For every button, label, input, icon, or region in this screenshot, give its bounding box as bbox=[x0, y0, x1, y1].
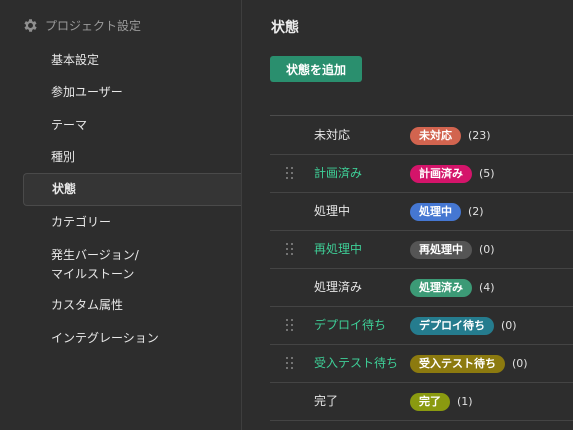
status-badge: デプロイ待ち bbox=[410, 317, 494, 335]
status-badge: 受入テスト待ち bbox=[410, 355, 505, 373]
status-name[interactable]: 再処理中 bbox=[314, 231, 362, 268]
drag-handle-icon[interactable] bbox=[286, 243, 296, 257]
sidebar-item-members[interactable]: 参加ユーザー bbox=[23, 82, 241, 102]
status-count: (0) bbox=[478, 243, 495, 256]
status-badge: 処理中 bbox=[410, 203, 461, 221]
status-badge: 処理済み bbox=[410, 279, 472, 297]
add-status-button[interactable]: 状態を追加 bbox=[270, 56, 362, 82]
table-divider bbox=[270, 115, 573, 116]
sidebar-item-statuses[interactable]: 状態 bbox=[23, 173, 241, 206]
status-row: 再処理中 再処理中 (0) bbox=[270, 231, 573, 269]
status-name[interactable]: 計画済み bbox=[314, 155, 362, 192]
sidebar-item-label: 種別 bbox=[51, 149, 76, 164]
status-badge: 再処理中 bbox=[410, 241, 472, 259]
status-badge: 未対応 bbox=[410, 127, 461, 145]
status-name: 処理済み bbox=[314, 280, 363, 294]
status-count: (4) bbox=[478, 281, 495, 294]
sidebar-item-categories[interactable]: カテゴリー bbox=[23, 212, 241, 232]
status-name: 未対応 bbox=[314, 128, 351, 142]
status-count: (0) bbox=[511, 357, 528, 370]
sidebar-header: プロジェクト設定 bbox=[22, 17, 141, 34]
status-count: (23) bbox=[467, 129, 491, 142]
sidebar-item-label: テーマ bbox=[51, 117, 88, 132]
sidebar-item-custom-fields[interactable]: カスタム属性 bbox=[23, 295, 241, 315]
main-content: 状態 状態を追加 未対応 未対応 (23) 計画済み 計画済み (5) 処理中 処理中 (2) 再… bbox=[242, 0, 573, 430]
drag-handle-icon[interactable] bbox=[286, 357, 296, 371]
status-name[interactable]: 受入テスト待ち bbox=[314, 345, 398, 382]
sidebar-item-label: 参加ユーザー bbox=[51, 84, 123, 99]
app: プロジェクト設定 基本設定 参加ユーザー テーマ 種別 状態 カテゴリー 発生バ… bbox=[0, 0, 573, 430]
sidebar-item-label: 基本設定 bbox=[51, 52, 100, 67]
sidebar-header-label: プロジェクト設定 bbox=[45, 19, 142, 33]
status-count: (0) bbox=[500, 319, 517, 332]
status-name: 完了 bbox=[314, 394, 339, 408]
status-row: 受入テスト待ち 受入テスト待ち (0) bbox=[270, 345, 573, 383]
status-row: 処理済み 処理済み (4) bbox=[270, 269, 573, 307]
sidebar-item-label: インテグレーション bbox=[51, 330, 159, 345]
status-name: 処理中 bbox=[314, 204, 351, 218]
sidebar-item-theme[interactable]: テーマ bbox=[23, 115, 241, 135]
status-count: (1) bbox=[456, 395, 473, 408]
status-count: (2) bbox=[467, 205, 484, 218]
status-count: (5) bbox=[478, 167, 495, 180]
status-row: 処理中 処理中 (2) bbox=[270, 193, 573, 231]
sidebar-item-label: カテゴリー bbox=[51, 214, 112, 229]
gear-icon bbox=[24, 19, 37, 32]
status-row: 未対応 未対応 (23) bbox=[270, 117, 573, 155]
status-badge: 完了 bbox=[410, 393, 450, 411]
status-row: デプロイ待ち デプロイ待ち (0) bbox=[270, 307, 573, 345]
drag-handle-icon[interactable] bbox=[286, 167, 296, 181]
status-badge: 計画済み bbox=[410, 165, 472, 183]
status-name[interactable]: デプロイ待ち bbox=[314, 307, 386, 344]
sidebar-item-label: 発生バージョン/ マイルストーン bbox=[51, 248, 139, 281]
sidebar-item-basic-settings[interactable]: 基本設定 bbox=[23, 50, 241, 70]
sidebar: プロジェクト設定 基本設定 参加ユーザー テーマ 種別 状態 カテゴリー 発生バ… bbox=[0, 0, 242, 430]
sidebar-item-label: カスタム属性 bbox=[51, 297, 124, 312]
sidebar-item-label: 状態 bbox=[52, 182, 77, 196]
sidebar-item-integrations[interactable]: インテグレーション bbox=[23, 328, 241, 348]
status-row: 計画済み 計画済み (5) bbox=[270, 155, 573, 193]
page-title: 状態 bbox=[271, 20, 299, 36]
status-row: 完了 完了 (1) bbox=[270, 383, 573, 421]
sidebar-item-issue-types[interactable]: 種別 bbox=[23, 147, 241, 167]
drag-handle-icon[interactable] bbox=[286, 319, 296, 333]
sidebar-item-versions-milestones[interactable]: 発生バージョン/ マイルストーン bbox=[23, 245, 241, 285]
